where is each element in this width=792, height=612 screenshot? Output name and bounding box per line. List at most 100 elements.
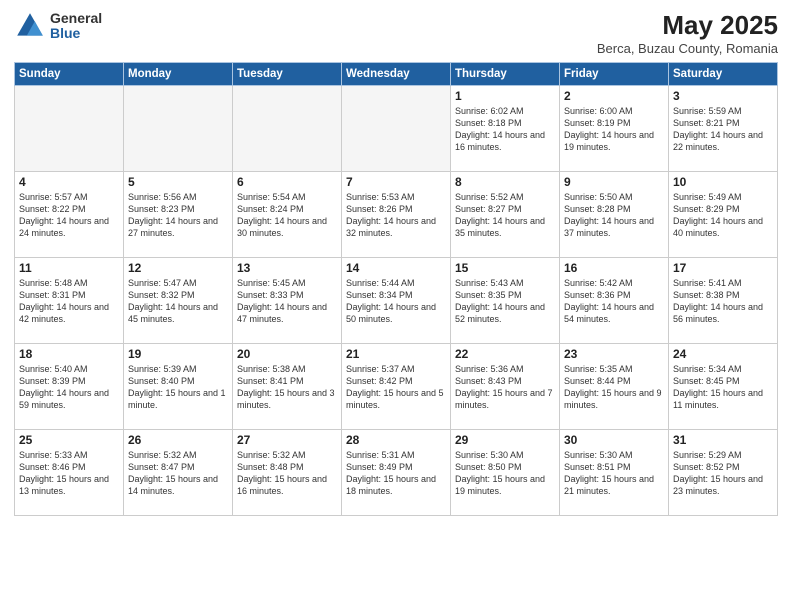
day-info: Sunrise: 6:02 AMSunset: 8:18 PMDaylight:… xyxy=(455,105,555,154)
day-info: Sunrise: 5:54 AMSunset: 8:24 PMDaylight:… xyxy=(237,191,337,240)
day-info: Sunrise: 5:38 AMSunset: 8:41 PMDaylight:… xyxy=(237,363,337,412)
calendar-day: 11Sunrise: 5:48 AMSunset: 8:31 PMDayligh… xyxy=(15,258,124,344)
day-number: 30 xyxy=(564,433,664,447)
day-info: Sunrise: 5:30 AMSunset: 8:51 PMDaylight:… xyxy=(564,449,664,498)
calendar-day: 5Sunrise: 5:56 AMSunset: 8:23 PMDaylight… xyxy=(124,172,233,258)
day-info: Sunrise: 5:56 AMSunset: 8:23 PMDaylight:… xyxy=(128,191,228,240)
calendar-day: 6 Sunrise: 5:54 AMSunset: 8:24 PMDaylight… xyxy=(233,172,342,258)
day-info: Sunrise: 5:59 AMSunset: 8:21 PMDaylight:… xyxy=(673,105,773,154)
calendar-day xyxy=(233,86,342,172)
calendar-day: 20 Sunrise: 5:38 AMSunset: 8:41 PMDayligh… xyxy=(233,344,342,430)
page: General Blue May 2025 Berca, Buzau Count… xyxy=(0,0,792,612)
day-info: Sunrise: 5:32 AMSunset: 8:48 PMDaylight:… xyxy=(237,449,337,498)
day-info: Sunrise: 5:31 AMSunset: 8:49 PMDaylight:… xyxy=(346,449,446,498)
day-header-saturday: Saturday xyxy=(669,63,778,86)
day-info: Sunrise: 5:50 AMSunset: 8:28 PMDaylight:… xyxy=(564,191,664,240)
calendar-day: 12 Sunrise: 5:47 AMSunset: 8:32 PMDayligh… xyxy=(124,258,233,344)
calendar-day: 19 Sunrise: 5:39 AMSunset: 8:40 PMDayligh… xyxy=(124,344,233,430)
day-header-tuesday: Tuesday xyxy=(233,63,342,86)
calendar-day: 18 Sunrise: 5:40 AMSunset: 8:39 PMDayligh… xyxy=(15,344,124,430)
day-info: Sunrise: 5:49 AMSunset: 8:29 PMDaylight:… xyxy=(673,191,773,240)
logo: General Blue xyxy=(14,10,102,42)
logo-text: General Blue xyxy=(50,11,102,42)
calendar-week-1: 4 Sunrise: 5:57 AMSunset: 8:22 PMDaylight… xyxy=(15,172,778,258)
calendar-table: SundayMondayTuesdayWednesdayThursdayFrid… xyxy=(14,62,778,516)
day-number: 27 xyxy=(237,433,337,447)
day-number: 14 xyxy=(346,261,446,275)
day-number: 24 xyxy=(673,347,773,361)
calendar-day: 8 Sunrise: 5:52 AMSunset: 8:27 PMDaylight… xyxy=(451,172,560,258)
calendar-day: 13 Sunrise: 5:45 AMSunset: 8:33 PMDayligh… xyxy=(233,258,342,344)
calendar-day: 1 Sunrise: 6:02 AMSunset: 8:18 PMDaylight… xyxy=(451,86,560,172)
calendar-week-4: 25 Sunrise: 5:33 AMSunset: 8:46 PMDayligh… xyxy=(15,430,778,516)
day-info: Sunrise: 5:35 AMSunset: 8:44 PMDaylight:… xyxy=(564,363,664,412)
calendar-header-row: SundayMondayTuesdayWednesdayThursdayFrid… xyxy=(15,63,778,86)
day-info: Sunrise: 5:39 AMSunset: 8:40 PMDaylight:… xyxy=(128,363,228,412)
day-number: 10 xyxy=(673,175,773,189)
calendar-week-3: 18 Sunrise: 5:40 AMSunset: 8:39 PMDayligh… xyxy=(15,344,778,430)
day-number: 7 xyxy=(346,175,446,189)
calendar-day xyxy=(15,86,124,172)
day-number: 31 xyxy=(673,433,773,447)
day-info: Sunrise: 5:36 AMSunset: 8:43 PMDaylight:… xyxy=(455,363,555,412)
day-info: Sunrise: 5:30 AMSunset: 8:50 PMDaylight:… xyxy=(455,449,555,498)
logo-icon xyxy=(14,10,46,42)
calendar-day: 10 Sunrise: 5:49 AMSunset: 8:29 PMDayligh… xyxy=(669,172,778,258)
day-info: Sunrise: 5:42 AMSunset: 8:36 PMDaylight:… xyxy=(564,277,664,326)
day-header-wednesday: Wednesday xyxy=(342,63,451,86)
day-number: 1 xyxy=(455,89,555,103)
calendar-day: 16Sunrise: 5:42 AMSunset: 8:36 PMDayligh… xyxy=(560,258,669,344)
day-header-thursday: Thursday xyxy=(451,63,560,86)
day-number: 2 xyxy=(564,89,664,103)
day-info: Sunrise: 5:33 AMSunset: 8:46 PMDaylight:… xyxy=(19,449,119,498)
calendar-week-0: 1 Sunrise: 6:02 AMSunset: 8:18 PMDaylight… xyxy=(15,86,778,172)
day-number: 28 xyxy=(346,433,446,447)
day-number: 11 xyxy=(19,261,119,275)
day-info: Sunrise: 5:29 AMSunset: 8:52 PMDaylight:… xyxy=(673,449,773,498)
day-number: 20 xyxy=(237,347,337,361)
day-number: 25 xyxy=(19,433,119,447)
day-info: Sunrise: 5:45 AMSunset: 8:33 PMDaylight:… xyxy=(237,277,337,326)
day-header-monday: Monday xyxy=(124,63,233,86)
logo-blue-text: Blue xyxy=(50,26,102,41)
calendar-day: 3 Sunrise: 5:59 AMSunset: 8:21 PMDaylight… xyxy=(669,86,778,172)
day-info: Sunrise: 5:52 AMSunset: 8:27 PMDaylight:… xyxy=(455,191,555,240)
calendar-day: 2Sunrise: 6:00 AMSunset: 8:19 PMDaylight… xyxy=(560,86,669,172)
calendar-day: 29Sunrise: 5:30 AMSunset: 8:50 PMDayligh… xyxy=(451,430,560,516)
calendar-day: 23 Sunrise: 5:35 AMSunset: 8:44 PMDayligh… xyxy=(560,344,669,430)
day-number: 12 xyxy=(128,261,228,275)
calendar-day xyxy=(124,86,233,172)
day-number: 8 xyxy=(455,175,555,189)
day-info: Sunrise: 5:47 AMSunset: 8:32 PMDaylight:… xyxy=(128,277,228,326)
day-number: 23 xyxy=(564,347,664,361)
day-info: Sunrise: 5:57 AMSunset: 8:22 PMDaylight:… xyxy=(19,191,119,240)
day-info: Sunrise: 5:37 AMSunset: 8:42 PMDaylight:… xyxy=(346,363,446,412)
day-number: 18 xyxy=(19,347,119,361)
day-info: Sunrise: 5:53 AMSunset: 8:26 PMDaylight:… xyxy=(346,191,446,240)
calendar-day: 4 Sunrise: 5:57 AMSunset: 8:22 PMDaylight… xyxy=(15,172,124,258)
day-number: 22 xyxy=(455,347,555,361)
day-number: 6 xyxy=(237,175,337,189)
day-info: Sunrise: 5:44 AMSunset: 8:34 PMDaylight:… xyxy=(346,277,446,326)
day-header-sunday: Sunday xyxy=(15,63,124,86)
day-number: 4 xyxy=(19,175,119,189)
day-number: 13 xyxy=(237,261,337,275)
calendar-title: May 2025 xyxy=(597,10,778,41)
calendar-day: 31 Sunrise: 5:29 AMSunset: 8:52 PMDayligh… xyxy=(669,430,778,516)
calendar-day: 28 Sunrise: 5:31 AMSunset: 8:49 PMDayligh… xyxy=(342,430,451,516)
title-block: May 2025 Berca, Buzau County, Romania xyxy=(597,10,778,56)
day-number: 26 xyxy=(128,433,228,447)
day-number: 19 xyxy=(128,347,228,361)
calendar-day: 27 Sunrise: 5:32 AMSunset: 8:48 PMDayligh… xyxy=(233,430,342,516)
calendar-day: 30 Sunrise: 5:30 AMSunset: 8:51 PMDayligh… xyxy=(560,430,669,516)
day-number: 3 xyxy=(673,89,773,103)
day-info: Sunrise: 5:40 AMSunset: 8:39 PMDaylight:… xyxy=(19,363,119,412)
calendar-day: 14 Sunrise: 5:44 AMSunset: 8:34 PMDayligh… xyxy=(342,258,451,344)
header: General Blue May 2025 Berca, Buzau Count… xyxy=(14,10,778,56)
calendar-subtitle: Berca, Buzau County, Romania xyxy=(597,41,778,56)
calendar-week-2: 11Sunrise: 5:48 AMSunset: 8:31 PMDayligh… xyxy=(15,258,778,344)
calendar-day: 15Sunrise: 5:43 AMSunset: 8:35 PMDayligh… xyxy=(451,258,560,344)
day-header-friday: Friday xyxy=(560,63,669,86)
day-number: 21 xyxy=(346,347,446,361)
day-number: 9 xyxy=(564,175,664,189)
